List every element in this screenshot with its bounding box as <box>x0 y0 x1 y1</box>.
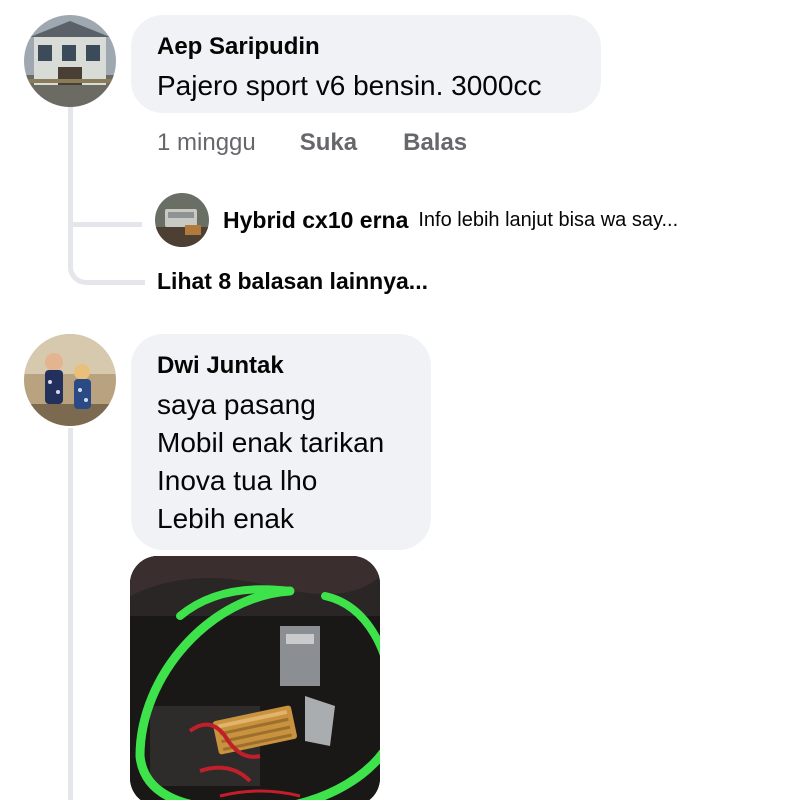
comment-thread: Aep Saripudin Pajero sport v6 bensin. 30… <box>0 0 800 800</box>
comment-text-line: Inova tua lho <box>157 465 318 496</box>
comment-timestamp[interactable]: 1 minggu <box>157 129 256 157</box>
like-button[interactable]: Suka <box>300 129 357 157</box>
avatar[interactable] <box>24 334 116 426</box>
comment-bubble: Aep Saripudin Pajero sport v6 bensin. 30… <box>131 15 601 113</box>
reply-button[interactable]: Balas <box>403 129 467 157</box>
comment-text: Pajero sport v6 bensin. 3000cc <box>157 70 542 101</box>
view-more-replies-link[interactable]: Lihat 8 balasan lainnya... <box>157 268 428 295</box>
house-avatar-icon <box>24 15 116 107</box>
comment-text-line: saya pasang <box>157 389 316 420</box>
comment-photo[interactable] <box>130 556 380 800</box>
comment-actions: 1 minggu Suka Balas <box>157 126 513 160</box>
children-avatar-icon <box>24 334 116 426</box>
comment-text-line: Mobil enak tarikan <box>157 427 385 458</box>
comment-author[interactable]: Dwi Juntak <box>157 352 384 380</box>
reply-preview[interactable]: Hybrid cx10 erna Info lebih lanjut bisa … <box>155 192 678 248</box>
comment-text-line: Lebih enak <box>157 503 295 534</box>
engine-bay-photo <box>130 556 380 800</box>
thread-connector <box>68 428 73 800</box>
comment-bubble: Dwi Juntak saya pasang Mobil enak tarika… <box>131 334 431 550</box>
reply-author[interactable]: Hybrid cx10 erna <box>223 207 408 234</box>
device-avatar-icon <box>155 193 209 247</box>
reply-snippet: Info lebih lanjut bisa wa say... <box>418 208 679 231</box>
comment-author[interactable]: Aep Saripudin <box>157 33 541 61</box>
thread-connector-elbow <box>68 110 145 285</box>
avatar <box>155 193 209 247</box>
avatar[interactable] <box>24 15 116 107</box>
